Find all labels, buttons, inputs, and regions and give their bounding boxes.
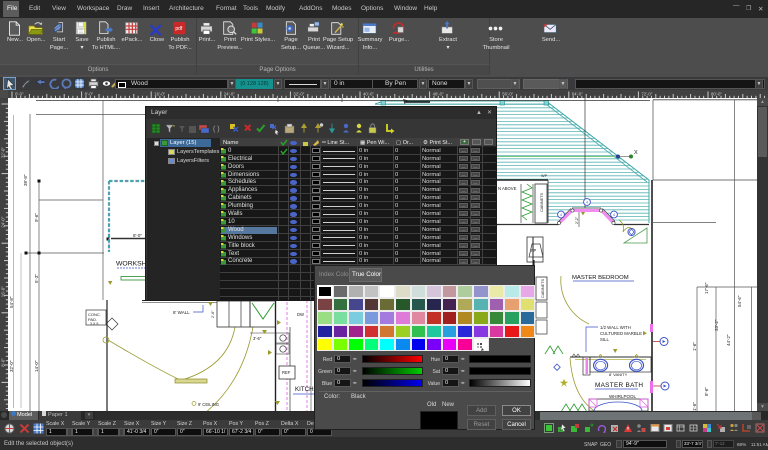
svg-text:80'-0": 80'-0": [711, 92, 722, 97]
svg-text:4: 4: [560, 213, 562, 217]
svg-text:8'-0": 8'-0": [1, 358, 6, 367]
svg-text:44'-2": 44'-2": [726, 334, 731, 346]
svg-text:8'-6": 8'-6": [704, 387, 709, 396]
svg-text:2'-2": 2'-2": [575, 216, 579, 224]
svg-text:pdf: pdf: [175, 26, 183, 32]
svg-text:CULTURED MARBLE: CULTURED MARBLE: [600, 331, 642, 336]
svg-text:16'-0": 16'-0": [154, 92, 165, 97]
svg-text:4: 4: [613, 213, 615, 217]
svg-text:+: +: [682, 424, 685, 429]
svg-text:56'-0": 56'-0": [502, 92, 513, 97]
svg-text:WHIRLPOOL: WHIRLPOOL: [609, 394, 637, 399]
svg-text:32'-0": 32'-0": [293, 92, 304, 97]
svg-text:33'-2": 33'-2": [714, 319, 719, 331]
svg-text:4: 4: [586, 201, 588, 205]
svg-text:X: X: [634, 150, 638, 156]
svg-text:54'-6": 54'-6": [737, 295, 742, 307]
svg-text:1/2 WALL WITH: 1/2 WALL WITH: [600, 325, 631, 330]
svg-text:5'-3": 5'-3": [34, 274, 39, 283]
svg-text:9' CEILING: 9' CEILING: [198, 402, 219, 407]
svg-text:24'-0": 24'-0": [224, 92, 235, 97]
svg-text:54'-8": 54'-8": [9, 296, 14, 308]
svg-text:CABINETS: CABINETS: [541, 279, 545, 298]
svg-text:38'-8": 38'-8": [23, 174, 28, 186]
svg-text:REF: REF: [282, 370, 291, 375]
svg-text:FP: FP: [531, 248, 537, 253]
svg-text:8'-0": 8'-0": [85, 92, 94, 97]
svg-text:16'-0": 16'-0": [1, 286, 6, 297]
svg-text:2'-6": 2'-6": [211, 310, 215, 318]
svg-text:48'-0": 48'-0": [433, 92, 444, 97]
svg-text:0'-0": 0'-0": [15, 92, 24, 97]
svg-text:1'-6": 1'-6": [692, 342, 697, 351]
svg-text:N ABOVE: N ABOVE: [498, 186, 517, 191]
svg-text:SILL: SILL: [600, 337, 609, 342]
svg-text:3'-6": 3'-6": [253, 336, 262, 341]
svg-text:1'-6": 1'-6": [692, 402, 697, 411]
svg-text:8' VANITY: 8' VANITY: [609, 372, 628, 377]
svg-text:32'-0": 32'-0": [1, 147, 6, 158]
svg-text:17'-6": 17'-6": [704, 282, 709, 294]
svg-text:24'-0": 24'-0": [1, 216, 6, 227]
svg-text:14'-0": 14'-0": [34, 360, 39, 372]
svg-text:*: *: [173, 125, 175, 131]
svg-text:32'-0": 32'-0": [9, 360, 14, 372]
svg-text:8'-0": 8'-0": [133, 233, 142, 238]
svg-text:MASTER BEDROOM: MASTER BEDROOM: [572, 275, 629, 281]
svg-text:DW: DW: [297, 312, 304, 317]
svg-text:72'-0": 72'-0": [641, 92, 652, 97]
svg-text:MASTER BATH: MASTER BATH: [595, 382, 643, 389]
svg-text:64'-0": 64'-0": [572, 92, 583, 97]
svg-text:3 X 5: 3 X 5: [90, 322, 98, 326]
svg-text:( ): ( ): [213, 126, 220, 133]
svg-text:CABINETS: CABINETS: [540, 193, 544, 212]
svg-text:9'-6": 9'-6": [34, 213, 39, 222]
svg-text:WP: WP: [541, 174, 548, 178]
svg-text:8' WALL: 8' WALL: [173, 310, 190, 315]
svg-text:40'-0": 40'-0": [363, 92, 374, 97]
